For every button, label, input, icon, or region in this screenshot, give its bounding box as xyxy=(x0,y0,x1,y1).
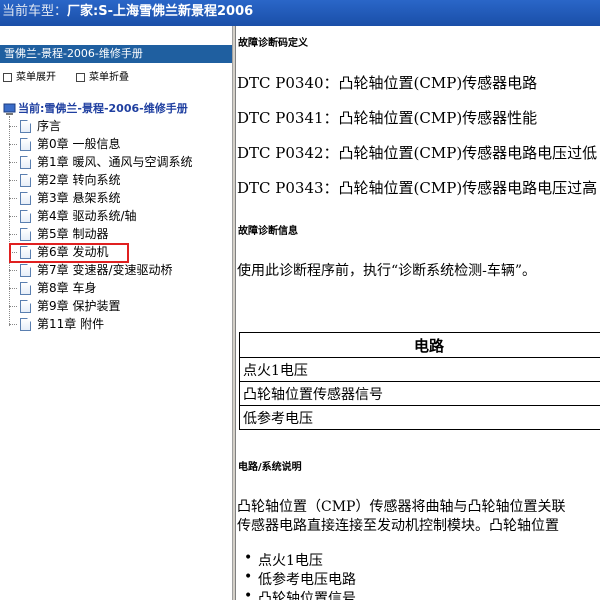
tree-item-label: 第0章 一般信息 xyxy=(37,137,121,151)
expand-icon xyxy=(3,72,12,82)
tree-item-label: 第3章 悬架系统 xyxy=(37,191,121,205)
book-title: 雪佛兰-景程-2006-维修手册 xyxy=(0,45,232,63)
tree-item[interactable]: 第3章 悬架系统 xyxy=(9,189,120,207)
tree-item[interactable]: 第1章 暖风、通风与空调系统 xyxy=(9,153,192,171)
dtc-line: DTC P0341：凸轮轴位置(CMP)传感器性能 xyxy=(237,109,538,127)
tree-item-label: 第2章 转向系统 xyxy=(37,173,121,187)
page-icon xyxy=(20,120,31,133)
tree-connector-line xyxy=(9,198,17,199)
collapse-menu-button[interactable]: 菜单折叠 xyxy=(76,68,129,83)
title-prefix: 当前车型： xyxy=(2,4,68,19)
circuit-table: 电路 点火1电压 凸轮轴位置传感器信号 低参考电压 xyxy=(239,332,600,430)
collapse-menu-label: 菜单折叠 xyxy=(89,72,129,83)
dtc-line: DTC P0342：凸轮轴位置(CMP)传感器电路电压过低 xyxy=(237,144,598,162)
tree-item[interactable]: 第2章 转向系统 xyxy=(9,171,120,189)
diagnostic-info-text: 使用此诊断程序前，执行“诊断系统检测-车辆”。 xyxy=(237,263,537,279)
selection-highlight xyxy=(9,243,129,263)
bullet-item: 凸轮轴位置信号 xyxy=(244,588,356,600)
tree-item-label: 第11章 附件 xyxy=(37,317,105,331)
circuit-description-heading: 电路/系统说明 xyxy=(238,462,302,473)
page-icon xyxy=(20,318,31,331)
tree-connector-line xyxy=(9,162,17,163)
bullet-item: 低参考电压电路 xyxy=(244,569,356,589)
page-icon xyxy=(20,282,31,295)
tree-root-label: 当前:雪佛兰-景程-2006-维修手册 xyxy=(18,102,188,115)
tree-item[interactable]: 第8章 车身 xyxy=(9,279,96,297)
tree-connector-line xyxy=(9,180,17,181)
tree-item[interactable]: 第4章 驱动系统/轴 xyxy=(9,207,137,225)
page-icon xyxy=(20,228,31,241)
document-pane: 故障诊断码定义 DTC P0340：凸轮轴位置(CMP)传感器电路 DTC P0… xyxy=(236,26,600,600)
tree-connector-line xyxy=(9,144,17,145)
tree-item[interactable]: 第7章 变速器/变速驱动桥 xyxy=(9,261,173,279)
page-icon xyxy=(20,138,31,151)
tree-item-label: 序言 xyxy=(37,119,62,133)
collapse-icon xyxy=(76,72,85,82)
tree-item-label: 第7章 变速器/变速驱动桥 xyxy=(37,263,173,277)
tree-connector-line xyxy=(9,306,17,307)
dtc-line: DTC P0343：凸轮轴位置(CMP)传感器电路电压过高 xyxy=(237,179,598,197)
tree-root[interactable]: 当前:雪佛兰-景程-2006-维修手册 xyxy=(3,100,188,116)
tree-connector-line xyxy=(9,324,17,325)
tree-connector-line xyxy=(9,234,17,235)
circuit-description-line: 凸轮轴位置（CMP）传感器将曲轴与凸轮轴位置关联 xyxy=(237,499,566,515)
tree-connector-line xyxy=(9,288,17,289)
page-icon xyxy=(20,264,31,277)
tree-item[interactable]: 第5章 制动器 xyxy=(9,225,108,243)
tree-item[interactable]: 第11章 附件 xyxy=(9,315,104,333)
tree-item[interactable]: 第0章 一般信息 xyxy=(9,135,120,153)
circuit-table-cell: 低参考电压 xyxy=(239,405,600,430)
tree-item-label: 第8章 车身 xyxy=(37,281,97,295)
circuit-table-cell: 凸轮轴位置传感器信号 xyxy=(239,381,600,406)
page-icon xyxy=(20,192,31,205)
tree-item[interactable]: 第9章 保护装置 xyxy=(9,297,120,315)
title-bar: 当前车型：厂家:S-上海雪佛兰新景程2006 xyxy=(0,0,600,26)
bullet-item: 点火1电压 xyxy=(244,550,323,570)
tree-item-label: 第1章 暖风、通风与空调系统 xyxy=(37,155,193,169)
tree-item-label: 第9章 保护装置 xyxy=(37,299,121,313)
dtc-heading: 故障诊断码定义 xyxy=(238,38,308,49)
tree-connector-line xyxy=(9,126,17,127)
page-icon xyxy=(20,174,31,187)
expand-menu-button[interactable]: 菜单展开 xyxy=(3,68,56,83)
tree-connector-line xyxy=(9,270,17,271)
computer-icon xyxy=(3,103,16,115)
dtc-line: DTC P0340：凸轮轴位置(CMP)传感器电路 xyxy=(237,74,538,92)
circuit-table-header: 电路 xyxy=(239,332,600,358)
tree-item[interactable]: 序言 xyxy=(9,117,61,135)
page-icon xyxy=(20,156,31,169)
circuit-description-line: 传感器电路直接连接至发动机控制模块。凸轮轴位置 xyxy=(237,518,559,534)
tree-item-label: 第4章 驱动系统/轴 xyxy=(37,209,137,223)
circuit-table-cell: 点火1电压 xyxy=(239,357,600,382)
tree-connector-line xyxy=(9,216,17,217)
tree-item-label: 第5章 制动器 xyxy=(37,227,109,241)
diagnostic-info-heading: 故障诊断信息 xyxy=(238,226,298,237)
expand-menu-label: 菜单展开 xyxy=(16,72,56,83)
title-value: 厂家:S-上海雪佛兰新景程2006 xyxy=(67,4,254,19)
page-icon xyxy=(20,210,31,223)
page-icon xyxy=(20,300,31,313)
